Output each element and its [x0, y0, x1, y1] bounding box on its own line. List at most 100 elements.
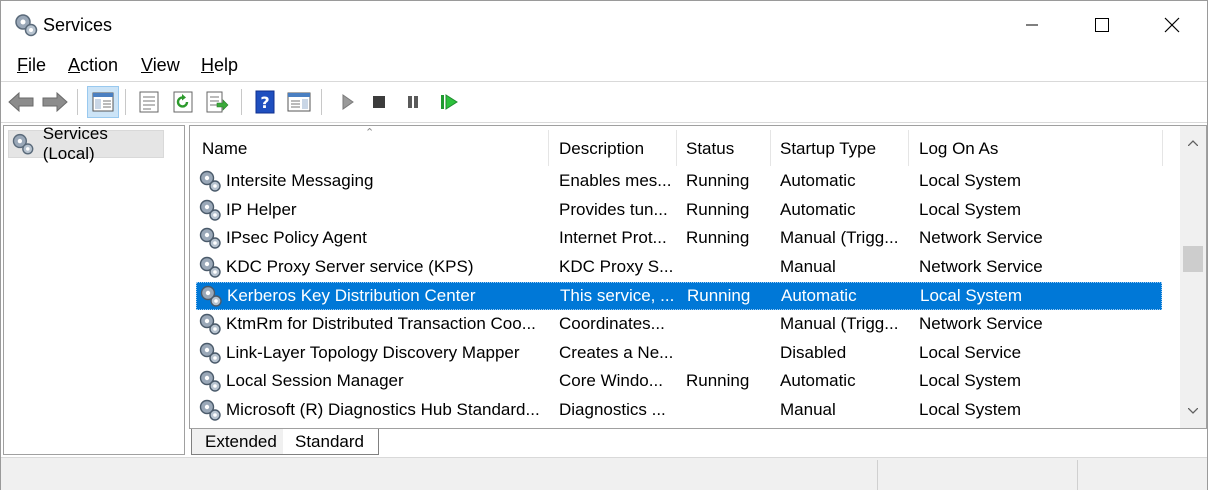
service-row[interactable]: Microsoft (R) Diagnostics Hub Standard..…	[196, 397, 1162, 425]
back-button[interactable]	[5, 86, 37, 118]
stop-service-button[interactable]	[363, 86, 395, 118]
menu-file[interactable]: File	[17, 55, 46, 76]
service-row[interactable]: Local Session Manager Core Windo... Runnin…	[196, 368, 1162, 396]
column-header-description[interactable]: Description	[559, 139, 644, 159]
export-list-button[interactable]	[201, 86, 233, 118]
cell-startup-type: Manual	[780, 256, 836, 276]
service-row[interactable]: Intersite Messaging Enables mes... Running…	[196, 168, 1162, 196]
cell-status: Running	[686, 199, 750, 219]
vertical-scrollbar[interactable]	[1180, 126, 1206, 428]
column-header-row: ⌃ Name Description Status Startup Type L…	[190, 126, 1180, 170]
menu-action[interactable]: Action	[68, 55, 118, 76]
service-row[interactable]: IP Helper Provides tun... Running Automatic…	[196, 197, 1162, 225]
service-row[interactable]: Kerberos Key Distribution Center This ser…	[196, 282, 1162, 311]
export-list-icon	[206, 91, 229, 113]
scroll-up-button[interactable]	[1180, 130, 1206, 156]
service-gear-icon	[199, 399, 221, 421]
help-icon: ?	[255, 90, 275, 114]
scrollbar-thumb[interactable]	[1183, 246, 1203, 272]
tab-extended-label: Extended	[205, 431, 277, 451]
cell-name: KtmRm for Distributed Transaction Coo...	[226, 314, 536, 333]
menu-help[interactable]: Help	[201, 55, 238, 76]
service-gear-icon	[200, 286, 222, 308]
cell-log-on-as: Network Service	[919, 314, 1043, 333]
console-tree: Services (Local)	[3, 124, 185, 455]
tab-standard[interactable]: Standard	[283, 429, 379, 455]
pause-service-button[interactable]	[397, 86, 429, 118]
cell-startup-type: Automatic	[780, 199, 856, 219]
service-row[interactable]: IPsec Policy Agent Internet Prot... Runnin…	[196, 225, 1162, 253]
service-gear-icon	[199, 199, 221, 221]
cell-startup-type: Automatic	[780, 371, 856, 391]
cell-name: IPsec Policy Agent	[226, 228, 367, 248]
svg-text:?: ?	[260, 93, 269, 112]
show-hide-console-tree-button[interactable]	[87, 86, 119, 118]
start-service-icon	[342, 94, 354, 110]
tab-standard-label: Standard	[295, 431, 364, 451]
show-hide-console-tree-icon	[92, 92, 114, 112]
service-gear-icon	[199, 170, 221, 192]
cell-name: Kerberos Key Distribution Center	[227, 286, 476, 306]
cell-log-on-as: Local System	[919, 399, 1022, 419]
start-service-button[interactable]	[331, 86, 363, 118]
cell-startup-type: Manual (Trigg...	[780, 228, 899, 248]
cell-log-on-as: Local System	[919, 199, 1022, 219]
cell-status: Running	[686, 228, 750, 248]
pause-service-icon	[408, 96, 418, 108]
cell-description: Diagnostics ...	[559, 399, 666, 419]
status-bar	[1, 457, 1207, 490]
cell-startup-type: Manual	[780, 399, 836, 419]
menu-view[interactable]: View	[141, 55, 180, 76]
cell-name: Intersite Messaging	[226, 171, 374, 190]
service-gear-icon	[199, 342, 221, 364]
maximize-button[interactable]	[1067, 1, 1137, 49]
cell-log-on-as: Local Service	[919, 342, 1022, 362]
cell-description: KDC Proxy S...	[559, 256, 673, 276]
column-header-startup-type[interactable]: Startup Type	[780, 139, 876, 159]
cell-status: Running	[686, 371, 750, 391]
column-header-name[interactable]: Name	[202, 139, 247, 159]
refresh-button[interactable]	[167, 86, 199, 118]
services-list: ⌃ Name Description Status Startup Type L…	[189, 125, 1207, 429]
cell-name: Link-Layer Topology Discovery Mapper	[226, 342, 520, 362]
cell-status: Running	[687, 286, 751, 306]
menu-bar: File Action View Help	[1, 51, 1207, 81]
service-row[interactable]: KtmRm for Distributed Transaction Coo...…	[196, 311, 1162, 339]
help-button[interactable]: ?	[249, 86, 281, 118]
close-icon	[1164, 17, 1180, 33]
cell-name: Microsoft (R) Diagnostics Hub Standard..…	[226, 399, 540, 419]
cell-description: Internet Prot...	[559, 228, 667, 248]
tree-item-services-local[interactable]: Services (Local)	[8, 124, 164, 163]
show-action-pane-button[interactable]	[283, 86, 315, 118]
title-bar: Services	[1, 1, 1207, 49]
column-divider[interactable]	[676, 130, 677, 166]
restart-service-button[interactable]	[433, 86, 465, 118]
column-divider[interactable]	[770, 130, 771, 166]
column-header-status[interactable]: Status	[686, 139, 734, 159]
service-row[interactable]: KDC Proxy Server service (KPS) KDC Proxy …	[196, 254, 1162, 282]
cell-log-on-as: Local System	[919, 171, 1022, 190]
cell-log-on-as: Local System	[919, 371, 1022, 391]
column-divider[interactable]	[908, 130, 909, 166]
back-arrow-icon	[8, 91, 34, 113]
properties-button[interactable]	[133, 86, 165, 118]
minimize-button[interactable]	[997, 1, 1067, 49]
column-divider[interactable]	[1162, 130, 1163, 166]
restart-service-icon	[441, 94, 458, 110]
chevron-up-icon	[1188, 140, 1198, 146]
service-row[interactable]: Link-Layer Topology Discovery Mapper Crea…	[196, 340, 1162, 368]
cell-description: Enables mes...	[559, 171, 672, 190]
cell-log-on-as: Local System	[920, 286, 1023, 306]
forward-button[interactable]	[39, 86, 71, 118]
toolbar: ?	[1, 83, 1207, 123]
tab-extended[interactable]: Extended	[191, 429, 283, 455]
service-gear-icon	[199, 370, 221, 392]
scroll-down-button[interactable]	[1180, 398, 1206, 424]
column-header-log-on-as[interactable]: Log On As	[919, 139, 998, 159]
column-divider[interactable]	[548, 130, 549, 166]
cell-startup-type: Automatic	[780, 171, 856, 190]
close-button[interactable]	[1137, 1, 1207, 49]
window-title: Services	[43, 15, 113, 35]
menu-divider	[1, 81, 1207, 82]
forward-arrow-icon	[42, 91, 68, 113]
